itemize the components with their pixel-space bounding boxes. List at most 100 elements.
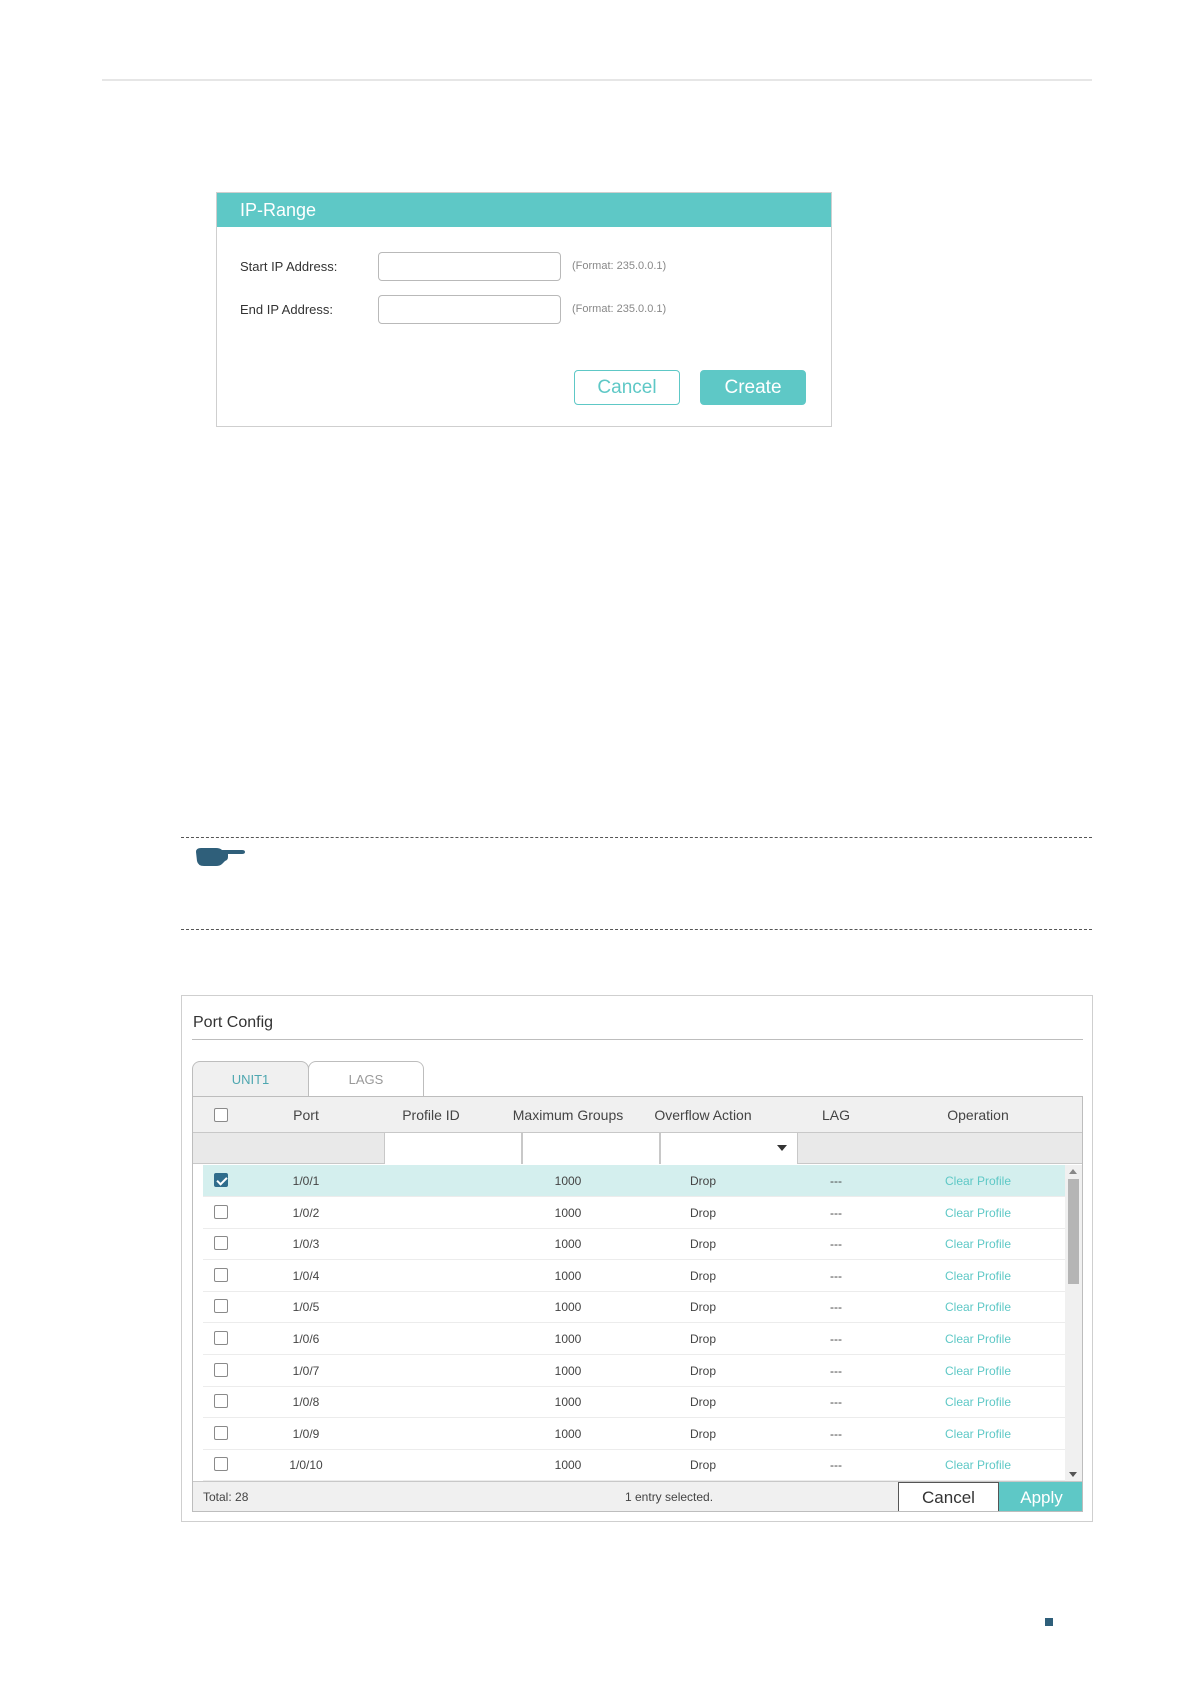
max-groups-filter-input[interactable] xyxy=(522,1133,660,1164)
port-cell: 1/0/6 xyxy=(292,1332,320,1346)
table-row[interactable]: 1/0/8 1000 Drop --- Clear Profile xyxy=(203,1386,1066,1419)
lag-cell: --- xyxy=(830,1332,842,1346)
end-ip-input[interactable] xyxy=(378,294,561,324)
page-top-rule xyxy=(102,79,1092,81)
max-groups-cell: 1000 xyxy=(554,1268,582,1283)
col-lag: LAG xyxy=(821,1107,850,1123)
ip-range-cancel-button[interactable]: Cancel xyxy=(574,370,680,405)
port-cell: 1/0/3 xyxy=(292,1237,320,1252)
row-checkbox[interactable] xyxy=(214,1394,228,1409)
row-checkbox[interactable] xyxy=(214,1204,228,1219)
port-config-apply-button[interactable]: Apply xyxy=(999,1482,1082,1511)
table-row[interactable]: 1/0/3 1000 Drop --- Clear Profile xyxy=(203,1228,1066,1261)
lag-cell: --- xyxy=(830,1363,842,1378)
overflow-action-filter-select[interactable] xyxy=(660,1133,798,1164)
col-profile-id: Profile ID xyxy=(402,1107,460,1123)
lag-cell: --- xyxy=(830,1174,842,1188)
clear-profile-link[interactable]: Clear Profile xyxy=(923,1260,1033,1292)
table-body: 1/0/1 1000 Drop --- Clear Profile 1/0/2 1000 Dr… xyxy=(193,1165,1082,1481)
lag-cell: --- xyxy=(830,1268,842,1283)
port-cell: 1/0/7 xyxy=(292,1363,320,1378)
clear-profile-link[interactable]: Clear Profile xyxy=(923,1386,1033,1418)
table-row[interactable]: 1/0/4 1000 Drop --- Clear Profile xyxy=(203,1260,1066,1292)
row-checkbox[interactable] xyxy=(214,1267,228,1282)
overflow-action-cell: Drop xyxy=(689,1363,716,1378)
lag-cell: --- xyxy=(830,1300,842,1315)
max-groups-cell: 1000 xyxy=(554,1332,582,1346)
total-count: Total: 28 xyxy=(203,1490,249,1504)
max-groups-cell: 1000 xyxy=(554,1363,582,1378)
chevron-down-icon xyxy=(777,1145,787,1151)
overflow-action-cell: Drop xyxy=(689,1205,716,1220)
clear-profile-link[interactable]: Clear Profile xyxy=(923,1291,1033,1323)
scroll-up-icon[interactable] xyxy=(1069,1169,1077,1174)
ip-range-create-button[interactable]: Create xyxy=(700,370,806,405)
start-ip-hint: (Format: 235.0.0.1) xyxy=(572,260,667,272)
scrollbar-thumb[interactable] xyxy=(1068,1179,1079,1284)
overflow-action-cell: Drop xyxy=(689,1237,716,1252)
table-row[interactable]: 1/0/10 1000 Drop --- Clear Profile xyxy=(203,1449,1066,1481)
scroll-down-icon[interactable] xyxy=(1069,1472,1077,1477)
select-all-checkbox[interactable] xyxy=(214,1108,228,1122)
port-config-title-rule xyxy=(192,1039,1083,1040)
port-config-panel: Port Config UNIT1 LAGS Port Profile ID M… xyxy=(181,995,1093,1522)
row-checkbox[interactable] xyxy=(214,1331,228,1345)
clear-profile-link[interactable]: Clear Profile xyxy=(923,1449,1033,1481)
col-maximum-groups: Maximum Groups xyxy=(512,1107,624,1123)
port-cell: 1/0/10 xyxy=(289,1458,323,1473)
tab-unit1[interactable]: UNIT1 xyxy=(192,1061,309,1096)
row-checkbox[interactable] xyxy=(214,1425,228,1440)
port-cell: 1/0/8 xyxy=(292,1395,320,1410)
max-groups-cell: 1000 xyxy=(554,1300,582,1315)
tab-lags[interactable]: LAGS xyxy=(308,1061,424,1096)
ip-range-title: IP-Range xyxy=(217,193,831,227)
overflow-action-cell: Drop xyxy=(689,1332,716,1346)
col-port: Port xyxy=(293,1107,319,1123)
filter-row xyxy=(193,1133,1082,1164)
overflow-action-cell: Drop xyxy=(689,1426,716,1441)
table-scrollbar[interactable] xyxy=(1065,1165,1082,1481)
row-checkbox[interactable] xyxy=(214,1236,228,1251)
port-cell: 1/0/4 xyxy=(292,1268,320,1283)
table-row[interactable]: 1/0/5 1000 Drop --- Clear Profile xyxy=(203,1291,1066,1324)
row-checkbox[interactable] xyxy=(214,1362,228,1377)
clear-profile-link[interactable]: Clear Profile xyxy=(923,1228,1033,1260)
lag-cell: --- xyxy=(830,1458,842,1473)
max-groups-cell: 1000 xyxy=(554,1458,582,1473)
table-row[interactable]: 1/0/9 1000 Drop --- Clear Profile xyxy=(203,1418,1066,1450)
note-top-border xyxy=(181,837,1092,838)
clear-profile-link[interactable]: Clear Profile xyxy=(923,1418,1033,1450)
max-groups-cell: 1000 xyxy=(554,1237,582,1252)
selection-info: 1 entry selected. xyxy=(625,1490,714,1504)
port-config-title: Port Config xyxy=(193,1014,274,1031)
max-groups-cell: 1000 xyxy=(554,1426,582,1441)
table-header: Port Profile ID Maximum Groups Overflow … xyxy=(193,1097,1082,1133)
table-row[interactable]: 1/0/7 1000 Drop --- Clear Profile xyxy=(203,1355,1066,1387)
clear-profile-link[interactable]: Clear Profile xyxy=(923,1197,1033,1229)
start-ip-label: Start IP Address: xyxy=(240,258,338,274)
row-checkbox[interactable] xyxy=(214,1299,228,1314)
col-operation: Operation xyxy=(947,1107,1009,1123)
profile-id-filter-input[interactable] xyxy=(384,1133,522,1164)
page-marker xyxy=(1045,1618,1053,1626)
clear-profile-link[interactable]: Clear Profile xyxy=(923,1165,1033,1197)
lag-cell: --- xyxy=(830,1237,842,1252)
end-ip-hint: (Format: 235.0.0.1) xyxy=(572,303,667,315)
clear-profile-link[interactable]: Clear Profile xyxy=(923,1355,1033,1387)
row-checkbox[interactable] xyxy=(214,1173,228,1187)
end-ip-row: End IP Address: (Format: 235.0.0.1) xyxy=(240,294,666,324)
row-checkbox[interactable] xyxy=(214,1457,228,1472)
ip-range-dialog: IP-Range Start IP Address: (Format: 235.… xyxy=(216,192,832,427)
end-ip-label: End IP Address: xyxy=(240,301,333,317)
lag-cell: --- xyxy=(830,1426,842,1441)
start-ip-input[interactable] xyxy=(378,251,561,281)
table-row[interactable]: 1/0/2 1000 Drop --- Clear Profile xyxy=(203,1197,1066,1229)
table-footer: Total: 28 1 entry selected. Cancel Apply xyxy=(193,1481,1082,1511)
clear-profile-link[interactable]: Clear Profile xyxy=(923,1323,1033,1355)
table-row[interactable]: 1/0/1 1000 Drop --- Clear Profile xyxy=(203,1165,1066,1197)
overflow-action-cell: Drop xyxy=(689,1174,716,1188)
port-config-cancel-button[interactable]: Cancel xyxy=(898,1482,999,1511)
port-cell: 1/0/1 xyxy=(292,1174,320,1188)
port-table: Port Profile ID Maximum Groups Overflow … xyxy=(192,1096,1083,1512)
table-row[interactable]: 1/0/6 1000 Drop --- Clear Profile xyxy=(203,1323,1066,1355)
